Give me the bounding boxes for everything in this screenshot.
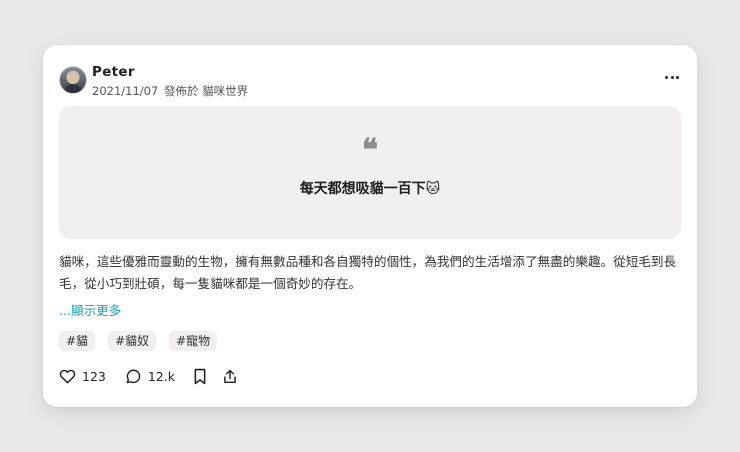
like-button[interactable]: 123 [59,368,106,384]
tag-list: #貓 #貓奴 #寵物 [59,331,218,351]
comment-icon [126,369,141,383]
more-horizontal-icon [665,75,668,79]
community-link[interactable]: 貓咪世界 [202,84,248,98]
share-button[interactable] [222,368,238,385]
quote-text: 每天都想吸貓一百下🐱 [299,181,441,197]
tag-cat-lover[interactable]: #貓奴 [108,331,157,351]
tag-pet[interactable]: #寵物 [169,331,218,351]
posted-in-label: 發佈於 [163,84,199,98]
like-count: 123 [82,368,106,384]
quote-block: ❝ 每天都想吸貓一百下🐱 [59,106,681,239]
heart-icon [59,369,76,384]
action-bar: 123 12.k [59,366,238,386]
avatar[interactable] [59,66,87,94]
comment-count: 12.k [147,368,175,384]
more-options-button[interactable] [661,70,683,84]
post-meta: 2021/11/07 發佈於 貓咪世界 [92,83,248,99]
post-body: 貓咪，這些優雅而靈動的生物，擁有無數品種和各自獨特的個性，為我們的生活增添了無盡… [59,254,677,291]
tag-cat[interactable]: #貓 [59,331,96,351]
author-name[interactable]: Peter [92,64,135,80]
bookmark-button[interactable] [193,368,207,385]
bookmark-icon [194,368,206,384]
comment-button[interactable]: 12.k [125,368,175,385]
post-card: Peter 2021/11/07 發佈於 貓咪世界 ❝ 每天都想吸貓一百下🐱 貓… [43,45,697,407]
share-icon [224,369,236,383]
post-date: 2021/11/07 [92,84,159,98]
show-more-link[interactable]: ...顯示更多 [59,300,121,319]
post-header: Peter 2021/11/07 發佈於 貓咪世界 [59,64,683,99]
quote-icon: ❝ [361,133,379,168]
